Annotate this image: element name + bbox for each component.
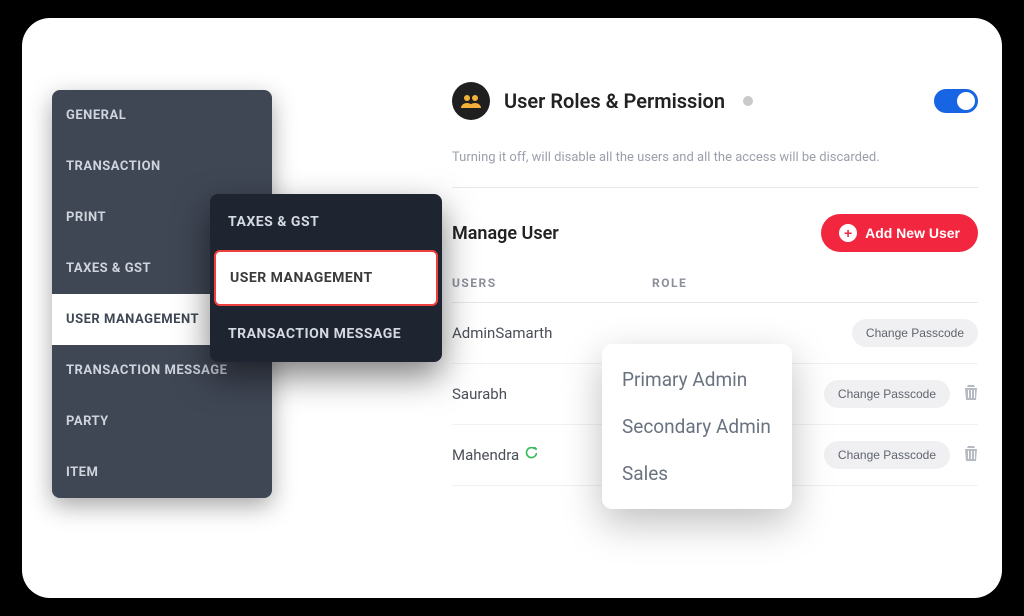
feature-toggle[interactable] bbox=[934, 89, 978, 113]
change-passcode-button[interactable]: Change Passcode bbox=[824, 380, 950, 408]
submenu-item-user-management[interactable]: USER MANAGEMENT bbox=[214, 250, 438, 306]
users-icon bbox=[452, 82, 490, 120]
page-title: User Roles & Permission bbox=[504, 89, 725, 113]
sidebar-item-party[interactable]: PARTY bbox=[52, 396, 272, 447]
info-icon[interactable] bbox=[743, 96, 753, 106]
sync-icon bbox=[525, 447, 537, 463]
cell-actions: Change Passcode bbox=[824, 441, 978, 469]
sidebar-item-transaction[interactable]: TRANSACTION bbox=[52, 141, 272, 192]
change-passcode-button[interactable]: Change Passcode bbox=[852, 319, 978, 347]
table-header: USERS ROLE bbox=[452, 276, 978, 303]
settings-submenu: TAXES & GST USER MANAGEMENT TRANSACTION … bbox=[210, 194, 442, 362]
role-option-primary-admin[interactable]: Primary Admin bbox=[602, 356, 792, 403]
add-new-user-button[interactable]: + Add New User bbox=[821, 214, 978, 252]
role-dropdown: Primary Admin Secondary Admin Sales bbox=[602, 344, 792, 509]
add-new-user-label: Add New User bbox=[865, 225, 960, 241]
change-passcode-button[interactable]: Change Passcode bbox=[824, 441, 950, 469]
trash-icon[interactable] bbox=[964, 384, 978, 404]
trash-icon[interactable] bbox=[964, 445, 978, 465]
user-name: AdminSamarth bbox=[452, 324, 552, 342]
submenu-item-transaction-message[interactable]: TRANSACTION MESSAGE bbox=[210, 306, 442, 362]
th-role: ROLE bbox=[652, 276, 978, 290]
role-option-sales[interactable]: Sales bbox=[602, 450, 792, 497]
submenu-item-taxes-gst[interactable]: TAXES & GST bbox=[210, 194, 442, 250]
user-name: Saurabh bbox=[452, 385, 507, 403]
sidebar-item-item[interactable]: ITEM bbox=[52, 447, 272, 498]
cell-actions: Change Passcode bbox=[824, 380, 978, 408]
user-name: Mahendra bbox=[452, 446, 519, 464]
th-users: USERS bbox=[452, 276, 652, 290]
plus-icon: + bbox=[839, 224, 857, 242]
feature-subtext: Turning it off, will disable all the use… bbox=[452, 150, 978, 188]
sidebar-item-general[interactable]: GENERAL bbox=[52, 90, 272, 141]
manage-title: Manage User bbox=[452, 223, 559, 244]
cell-user: AdminSamarth bbox=[452, 324, 652, 342]
role-option-secondary-admin[interactable]: Secondary Admin bbox=[602, 403, 792, 450]
header-row: User Roles & Permission bbox=[452, 82, 978, 120]
manage-row: Manage User + Add New User bbox=[452, 214, 978, 252]
app-window: GENERAL TRANSACTION PRINT TAXES & GST US… bbox=[22, 18, 1002, 598]
cell-actions: Change Passcode bbox=[852, 319, 978, 347]
